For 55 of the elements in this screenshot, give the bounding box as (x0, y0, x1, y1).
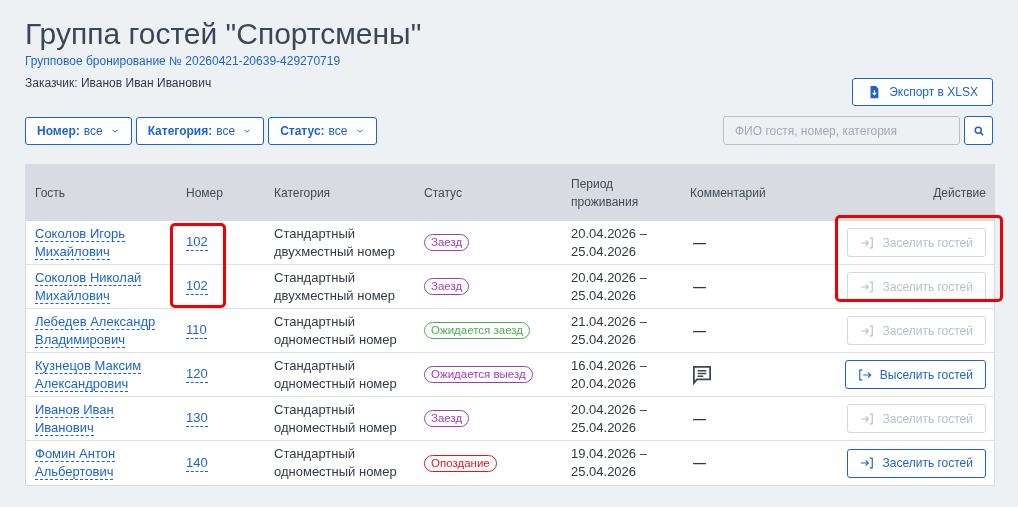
category-text: Стандартный одноместный номер (274, 356, 398, 393)
category-text: Стандартный одноместный номер (274, 445, 398, 481)
room-link[interactable]: 110 (186, 322, 207, 339)
room-link[interactable]: 120 (186, 366, 208, 383)
column-header: Номер (186, 185, 223, 202)
room-link[interactable]: 140 (186, 454, 208, 472)
sign-in-icon (860, 411, 875, 426)
column-header: Гость (35, 185, 66, 202)
stay-period: 20.04.2026 – 25.04.2026 (571, 400, 648, 437)
search-field[interactable]: ФИО гостя, номер, категория (723, 116, 960, 145)
category-text: Стандартный двухместный номер (274, 268, 397, 305)
sign-in-icon (860, 279, 875, 294)
stay-period: 21.04.2026 – 25.04.2026 (571, 312, 648, 349)
search-button[interactable] (964, 116, 993, 145)
sign-out-icon (857, 367, 872, 382)
empty-comment-dash: — (693, 277, 706, 296)
column-header: Статус (424, 185, 462, 202)
export-button[interactable]: Экспорт в XLSX (852, 78, 993, 106)
page-title: Группа гостей "Спортсмены" (25, 16, 422, 52)
room-link[interactable]: 130 (186, 410, 208, 427)
filter-dropdown[interactable]: Категория: все (135, 116, 265, 145)
booking-link[interactable]: Групповое бронирование № 20260421-20639-429270719 (25, 53, 422, 69)
sign-in-icon (860, 323, 875, 338)
comment-icon (692, 364, 712, 385)
guest-link[interactable]: Иванов Иван Иванович (35, 400, 160, 437)
column-header: Действие (933, 185, 986, 202)
guest-link[interactable]: Фомин Антон Альбертович (35, 445, 160, 481)
stay-period: 16.04.2026 – 20.04.2026 (571, 356, 648, 393)
category-text: Стандартный двухместный номер (274, 224, 397, 261)
filter-dropdown[interactable]: Номер: все (25, 116, 132, 145)
empty-comment-dash: — (693, 409, 706, 428)
empty-comment-dash: — (693, 454, 706, 472)
guest-link[interactable]: Кузнецов Максим Александрович (35, 356, 160, 393)
search-icon (972, 124, 985, 137)
guest-link[interactable]: Лебедев Александр Владимирович (35, 312, 160, 349)
check-out-button[interactable]: Выселить гостей (844, 360, 986, 389)
category-text: Стандартный одноместный номер (274, 312, 398, 349)
room-link[interactable]: 102 (186, 278, 208, 295)
sign-in-icon (860, 456, 875, 470)
empty-comment-dash: — (693, 321, 706, 340)
filter-dropdown[interactable]: Статус: все (268, 116, 377, 145)
stay-period: 19.04.2026 – 25.04.2026 (571, 445, 648, 481)
check-in-button[interactable]: Заселить гостей (847, 448, 986, 478)
room-link[interactable]: 102 (186, 234, 208, 251)
customer-name: Заказчик: Иванов Иван Иванович (25, 75, 213, 91)
column-header: Категория (274, 185, 331, 202)
guest-link[interactable]: Соколов Игорь Михайлович (35, 224, 160, 261)
category-text: Стандартный одноместный номер (274, 400, 398, 437)
sign-in-icon (860, 235, 875, 250)
column-header: Комментарий (690, 185, 766, 202)
guest-link[interactable]: Соколов Николай Михайлович (35, 268, 160, 305)
column-header: Период проживания (571, 176, 640, 211)
stay-period: 20.04.2026 – 25.04.2026 (571, 268, 648, 305)
stay-period: 20.04.2026 – 25.04.2026 (571, 224, 648, 261)
empty-comment-dash: — (693, 233, 706, 252)
